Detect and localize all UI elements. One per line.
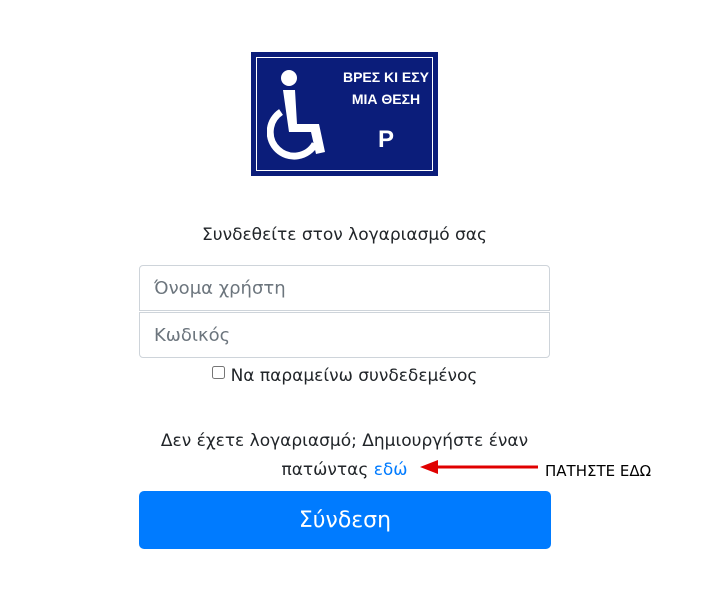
password-input[interactable] <box>139 312 550 358</box>
login-subtitle: Συνδεθείτε στον λογαριασμό σας <box>202 225 487 245</box>
remember-me-label: Να παραμείνω συνδεδεμένος <box>230 366 478 386</box>
no-account-line1: Δεν έχετε λογαριασμό; Δημιουργήστε έναν <box>160 431 529 451</box>
arrow-left-icon <box>420 460 538 474</box>
click-here-hint: ΠΑΤΗΣΤΕ ΕΔΩ <box>545 462 652 480</box>
wheelchair-icon <box>267 70 325 160</box>
register-link[interactable]: εδώ <box>374 460 408 480</box>
remember-me: Να παραμείνω συνδεδεμένος <box>0 366 689 386</box>
logo: ΒΡΕΣ ΚΙ ΕΣΥ ΜΙΑ ΘΕΣΗ P <box>251 52 438 176</box>
logo-text-line1: ΒΡΕΣ ΚΙ ΕΣΥ <box>342 69 430 85</box>
logo-text-line2: ΜΙΑ ΘΕΣΗ <box>351 91 421 107</box>
no-account-prefix: πατώντας <box>281 460 369 480</box>
remember-me-checkbox[interactable] <box>211 366 225 379</box>
username-input[interactable] <box>139 265 550 311</box>
login-button[interactable]: Σύνδεση <box>139 491 551 549</box>
parking-letter: P <box>377 126 394 153</box>
